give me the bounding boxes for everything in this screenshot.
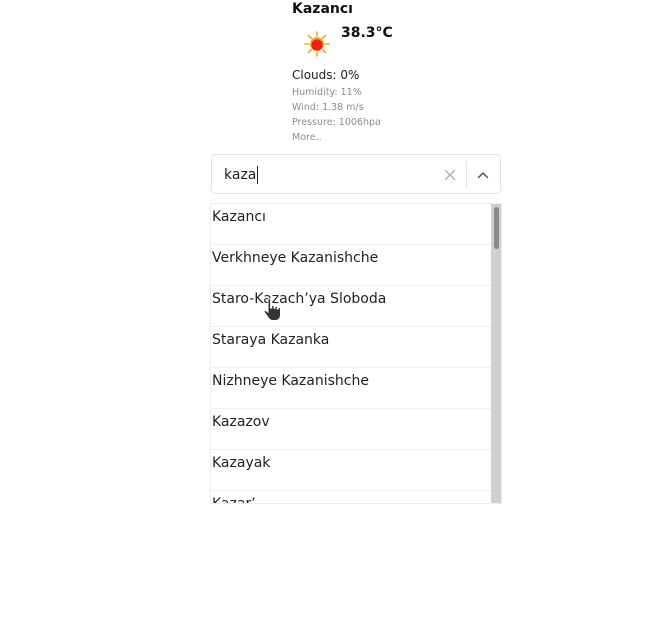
dropdown-menu[interactable]: Kazancı Verkhneye Kazanishche Staro-Kaza… (210, 203, 502, 504)
dropdown-option[interactable]: Kazancı (211, 204, 491, 245)
chevron-up-icon[interactable] (476, 168, 490, 182)
options-list: Kazancı Verkhneye Kazanishche Staro-Kaza… (211, 204, 491, 503)
close-icon[interactable] (443, 168, 457, 182)
scrollbar-thumb[interactable] (494, 207, 499, 249)
city-search-select[interactable] (211, 154, 501, 194)
more-link[interactable]: More.. (292, 131, 322, 144)
text-caret (257, 166, 258, 184)
clouds-text: Clouds: 0% (292, 68, 360, 82)
dropdown-option[interactable]: Kazayak (211, 450, 491, 491)
city-name: Kazancı (292, 1, 353, 17)
dropdown-option[interactable]: Nizhneye Kazanishche (211, 368, 491, 409)
dropdown-option[interactable]: Kazazov (211, 409, 491, 450)
pressure-text: Pressure: 1006hpa (292, 117, 381, 128)
dropdown-option[interactable]: Kazar’ (211, 491, 491, 503)
dropdown-option[interactable]: Verkhneye Kazanishche (211, 245, 491, 286)
indicator-separator (466, 161, 467, 189)
sun-icon (304, 31, 330, 57)
search-input[interactable] (224, 164, 424, 186)
humidity-text: Humidity: 11% (292, 87, 362, 98)
wind-text: Wind: 1.38 m/s (292, 102, 364, 113)
scrollbar[interactable] (491, 204, 501, 503)
dropdown-option[interactable]: Staro-Kazach’ya Sloboda (211, 286, 491, 327)
dropdown-option[interactable]: Staraya Kazanka (211, 327, 491, 368)
temperature: 38.3°C (341, 25, 393, 41)
